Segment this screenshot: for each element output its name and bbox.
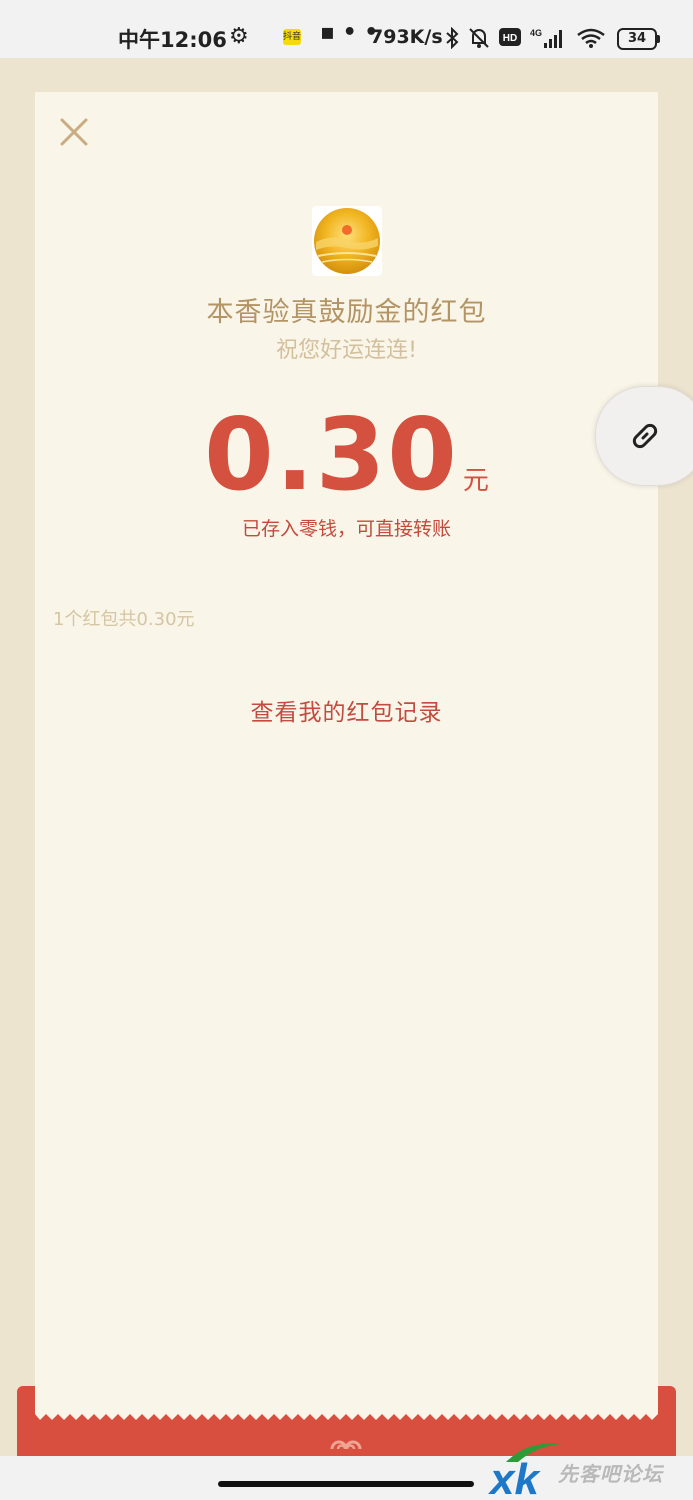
sender-avatar [312, 206, 382, 276]
battery-icon: 34 [617, 28, 660, 50]
status-bar: 中午12:06 ⚙ 抖音 ▪ • • 793K/s HD 4G 34 [0, 0, 693, 58]
amount-row: 0.30 元 [0, 400, 693, 510]
xk-logo-icon: xk [488, 1443, 562, 1500]
close-icon[interactable] [58, 116, 90, 148]
packet-summary: 1个红包共0.30元 [53, 609, 195, 630]
mute-icon [469, 28, 489, 48]
amount-unit: 元 [462, 466, 489, 496]
packet-amount: 0.30 [204, 396, 459, 513]
status-time: 中午12:06 [118, 28, 227, 52]
sunrise-avatar-image [314, 208, 380, 274]
gear-icon: ⚙ [229, 24, 249, 49]
svg-text:HD: HD [503, 33, 517, 44]
cloud-logo-icon [330, 1440, 362, 1450]
link-icon [632, 423, 658, 449]
watermark-text: 先客吧论坛 [558, 1462, 663, 1486]
forum-watermark: xk 先客吧论坛 [488, 1436, 688, 1500]
packet-sender-title: 本香验真鼓励金的红包 [206, 297, 487, 328]
signal-4g-icon: 4G [530, 28, 562, 48]
network-speed: 793K/s [370, 26, 443, 48]
home-indicator[interactable] [218, 1481, 474, 1487]
view-records-link[interactable]: 查看我的红包记录 [0, 693, 693, 727]
svg-text:xk: xk [488, 1455, 541, 1500]
app-notification-icon: 抖音 [283, 29, 301, 45]
deposit-note: 已存入零钱，可直接转账 [241, 518, 451, 540]
bluetooth-icon [446, 27, 459, 49]
wifi-icon [577, 28, 605, 48]
packet-greeting: 祝您好运连连! [276, 338, 417, 363]
svg-text:4G: 4G [530, 28, 542, 38]
share-link-button[interactable] [595, 386, 693, 486]
card-zigzag-edge [35, 1410, 658, 1420]
hd-icon: HD [499, 28, 521, 46]
